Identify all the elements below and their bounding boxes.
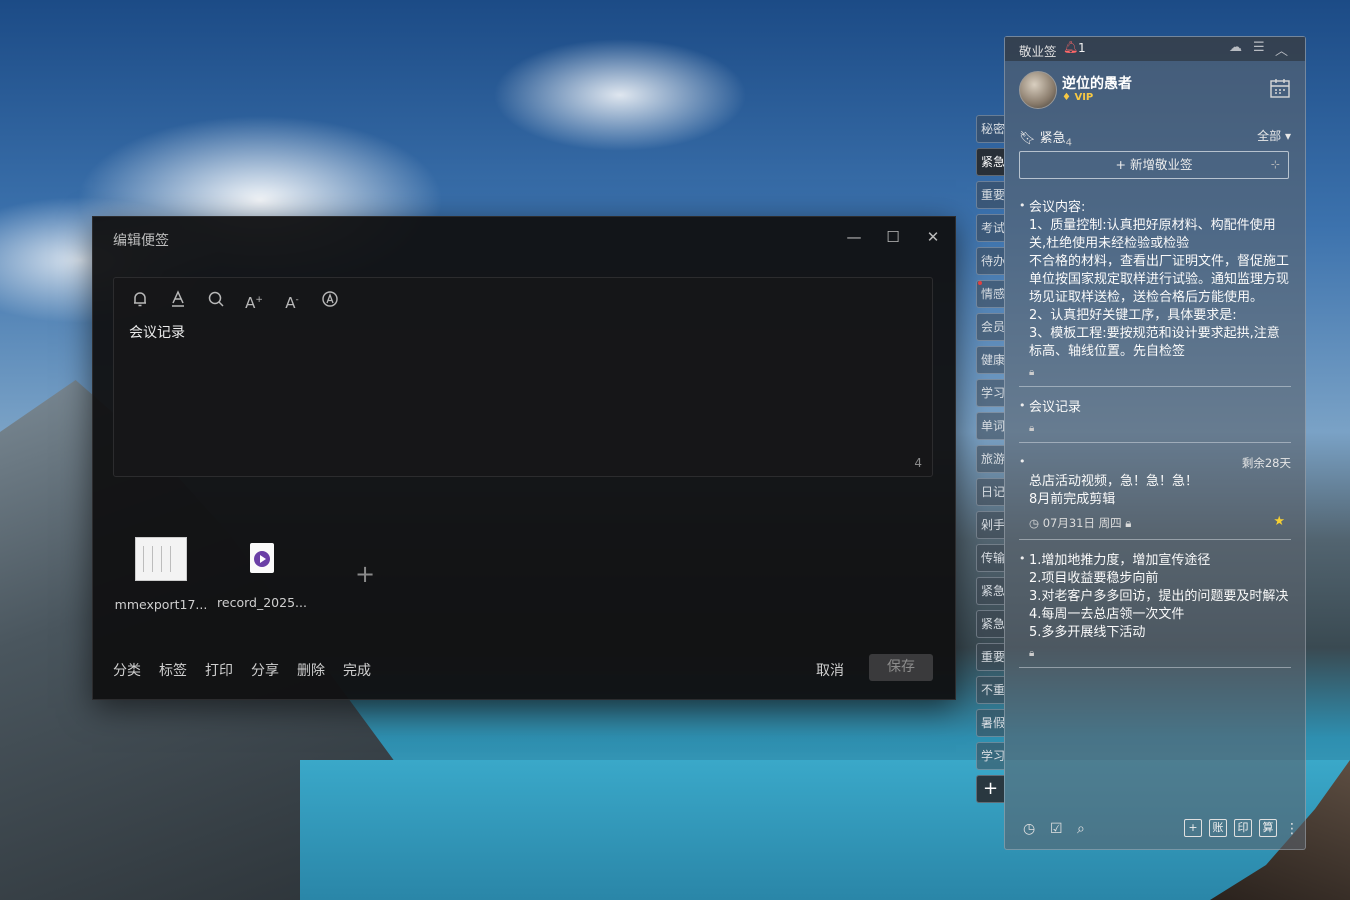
side-tab[interactable]: 待办 bbox=[976, 247, 1004, 275]
side-tab[interactable]: 秘密 bbox=[976, 115, 1004, 143]
days-remaining: 剩余28天 bbox=[1241, 456, 1291, 470]
font-decrease-icon[interactable]: A- bbox=[282, 290, 302, 312]
reminder-date: ◷ 07月31日 周四 🔒︎ bbox=[1029, 516, 1132, 530]
sticky-notes-panel: 敬业签 🔔︎ 1 ☁ ☰ ︿ 逆位的愚者 ♦ VIP 🔖︎ 紧急4 全部 ▾ +… bbox=[1004, 36, 1306, 850]
side-tab[interactable]: 健康 bbox=[976, 346, 1004, 374]
filter-dropdown[interactable]: 全部 ▾ bbox=[1257, 127, 1291, 144]
share-button[interactable]: 分享 bbox=[251, 660, 279, 680]
lock-icon: 🔒︎ bbox=[1029, 367, 1035, 378]
delete-button[interactable]: 删除 bbox=[297, 660, 325, 680]
cloud-sync-icon[interactable]: ☁ bbox=[1229, 40, 1242, 55]
side-tab[interactable]: 剁手 bbox=[976, 511, 1004, 539]
attachment-image[interactable]: mmexport17... bbox=[113, 537, 209, 612]
edit-note-window: 编辑便签 — ☐ ✕ A+ A- 会议记录 4 mmexport17... re… bbox=[92, 216, 956, 700]
avatar[interactable] bbox=[1019, 71, 1057, 109]
username: 逆位的愚者 bbox=[1062, 76, 1132, 92]
list-item[interactable]: 会议记录 🔒︎ bbox=[1019, 397, 1291, 443]
unread-dot bbox=[978, 281, 982, 285]
list-item[interactable]: 1.增加地推力度，增加宣传途径 2.项目收益要稳步向前 3.对老客户多多回访，提… bbox=[1019, 550, 1291, 668]
side-tab[interactable]: 学习 bbox=[976, 379, 1004, 407]
side-tab[interactable]: 传输 bbox=[976, 544, 1004, 572]
side-tab-active[interactable]: 紧急 bbox=[976, 148, 1004, 176]
text-color-icon[interactable] bbox=[168, 290, 188, 310]
attachment-filename: mmexport17... bbox=[114, 597, 208, 612]
note-editor-area[interactable]: A+ A- 会议记录 4 bbox=[113, 277, 933, 477]
image-thumbnail bbox=[135, 537, 187, 581]
clock-icon[interactable]: ◷ bbox=[1023, 821, 1035, 837]
category-side-tabs: 秘密 紧急 重要 考试 待办 情感 会员 健康 学习 单词 旅游 日记 剁手 传… bbox=[976, 115, 1004, 808]
add-box-icon[interactable]: + bbox=[1184, 819, 1202, 837]
side-tab[interactable]: 日记 bbox=[976, 478, 1004, 506]
category-button[interactable]: 分类 bbox=[113, 660, 141, 680]
font-increase-icon[interactable]: A+ bbox=[244, 290, 264, 312]
auto-format-icon[interactable] bbox=[320, 290, 340, 310]
complete-button[interactable]: 完成 bbox=[343, 660, 371, 680]
side-tab[interactable]: 重要 bbox=[976, 643, 1004, 671]
side-tab[interactable]: 会员 bbox=[976, 313, 1004, 341]
more-icon[interactable]: ⋮ bbox=[1285, 821, 1299, 837]
star-icon[interactable]: ★ bbox=[1273, 514, 1285, 529]
bookmark-icon: 🔖︎ bbox=[1019, 131, 1036, 146]
side-tab[interactable]: 重要 bbox=[976, 181, 1004, 209]
char-count: 4 bbox=[914, 456, 922, 470]
tag-button[interactable]: 标签 bbox=[159, 660, 187, 680]
panel-header: 敬业签 🔔︎ 1 ☁ ☰ ︿ bbox=[1005, 37, 1305, 61]
side-tab[interactable]: 不重 bbox=[976, 676, 1004, 704]
calendar-icon[interactable] bbox=[1269, 77, 1291, 99]
reminder-bell-icon[interactable] bbox=[130, 290, 150, 310]
vip-badge: ♦ VIP bbox=[1062, 92, 1094, 103]
list-item[interactable]: 剩余28天 总店活动视频，急！急！急！ 8月前完成剪辑 ◷ 07月31日 周四 … bbox=[1019, 453, 1291, 540]
format-toolbar: A+ A- bbox=[130, 290, 340, 312]
attachment-video[interactable]: record_2025... bbox=[214, 537, 310, 610]
side-tab[interactable]: 紧急 bbox=[976, 610, 1004, 638]
video-file-icon bbox=[250, 543, 274, 573]
minimize-icon[interactable]: — bbox=[843, 226, 865, 248]
side-tab[interactable]: 学习 bbox=[976, 742, 1004, 770]
save-button[interactable]: 保存 bbox=[869, 654, 933, 681]
category-count: 4 bbox=[1065, 137, 1073, 149]
attachment-filename: record_2025... bbox=[217, 595, 307, 610]
menu-icon[interactable]: ☰ bbox=[1253, 40, 1265, 55]
lock-icon: 🔒︎ bbox=[1029, 423, 1035, 434]
maximize-icon[interactable]: ☐ bbox=[882, 226, 904, 248]
note-content-text[interactable]: 会议记录 bbox=[129, 322, 185, 342]
lock-icon: 🔒︎ bbox=[1125, 516, 1132, 530]
cancel-button[interactable]: 取消 bbox=[816, 660, 844, 680]
ledger-icon[interactable]: 账 bbox=[1209, 819, 1227, 837]
collapse-icon[interactable]: ︿ bbox=[1275, 40, 1288, 59]
pin-icon[interactable]: ⊹ bbox=[1271, 152, 1280, 178]
panel-footer: ◷ ☑ ⌕ + 账 印 算 ⋮ bbox=[1005, 809, 1305, 849]
notification-count: 1 bbox=[1078, 41, 1086, 55]
task-check-icon[interactable]: ☑ bbox=[1050, 821, 1063, 837]
side-tab[interactable]: 单词 bbox=[976, 412, 1004, 440]
window-title: 编辑便签 bbox=[113, 233, 169, 249]
new-note-button[interactable]: + 新增敬业签 ⊹ bbox=[1019, 151, 1289, 179]
search-icon[interactable] bbox=[206, 290, 226, 310]
side-tab[interactable]: 情感 bbox=[976, 280, 1004, 308]
category-header: 🔖︎ 紧急4 全部 ▾ bbox=[1019, 127, 1291, 149]
note-list: 会议内容: 1、质量控制:认真把好原材料、构配件使用关,杜绝使用未经检验或检验 … bbox=[1019, 197, 1291, 678]
add-category-icon[interactable]: + bbox=[976, 775, 1004, 803]
close-icon[interactable]: ✕ bbox=[922, 226, 944, 248]
calculator-icon[interactable]: 算 bbox=[1259, 819, 1277, 837]
category-name: 紧急 bbox=[1039, 131, 1066, 146]
side-tab[interactable]: 旅游 bbox=[976, 445, 1004, 473]
print-button[interactable]: 打印 bbox=[205, 660, 233, 680]
list-item[interactable]: 会议内容: 1、质量控制:认真把好原材料、构配件使用关,杜绝使用未经检验或检验 … bbox=[1019, 197, 1291, 387]
add-attachment-icon[interactable]: + bbox=[355, 560, 375, 588]
notification-bell-icon[interactable]: 🔔︎ bbox=[1063, 40, 1078, 54]
side-tab[interactable]: 紧急 bbox=[976, 577, 1004, 605]
lock-icon: 🔒︎ bbox=[1029, 648, 1035, 659]
app-name: 敬业签 bbox=[1019, 44, 1057, 59]
print-icon[interactable]: 印 bbox=[1234, 819, 1252, 837]
editor-action-bar: 分类 标签 打印 分享 删除 完成 bbox=[113, 660, 371, 680]
side-tab[interactable]: 暑假 bbox=[976, 709, 1004, 737]
side-tab[interactable]: 考试 bbox=[976, 214, 1004, 242]
search-icon[interactable]: ⌕ bbox=[1077, 821, 1085, 837]
